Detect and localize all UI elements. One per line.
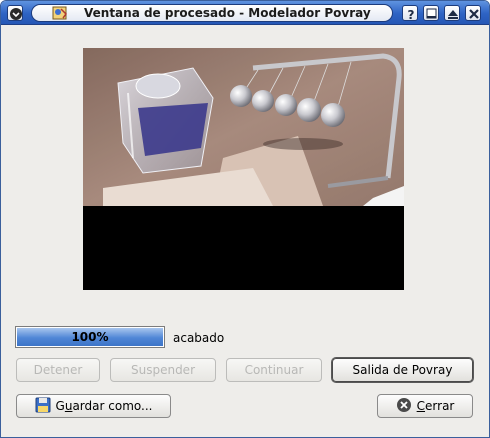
stop-button[interactable]: Detener (16, 358, 100, 382)
close-icon (469, 9, 479, 19)
save-as-button[interactable]: Guardar como... (16, 394, 171, 418)
chevron-down-icon (10, 8, 22, 20)
save-as-label: Guardar como... (55, 399, 153, 413)
minimize-icon (426, 8, 437, 19)
window-menu-button[interactable] (7, 5, 23, 21)
close-window-button[interactable] (465, 5, 481, 21)
close-circle-icon (396, 397, 412, 416)
render-preview (83, 48, 404, 290)
window-title: Ventana de procesado - Modelador Povray (84, 6, 371, 20)
render-progress-bar: 100% (15, 326, 165, 348)
floppy-save-icon (35, 397, 51, 416)
help-icon: ? (408, 8, 415, 22)
help-button[interactable]: ? (402, 5, 418, 22)
maximize-button[interactable] (444, 5, 460, 21)
close-button[interactable]: Cerrar (377, 394, 473, 418)
povray-app-icon (52, 5, 68, 24)
minimize-button[interactable] (423, 5, 439, 21)
resume-button[interactable]: Continuar (226, 358, 322, 382)
close-label: Cerrar (416, 399, 455, 413)
render-window: Ventana de procesado - Modelador Povray … (0, 0, 490, 438)
suspend-button[interactable]: Suspender (110, 358, 216, 382)
povray-output-button[interactable]: Salida de Povray (332, 358, 473, 382)
title-pill: Ventana de procesado - Modelador Povray (31, 4, 393, 22)
progress-label: 100% (71, 330, 109, 344)
maximize-icon (448, 10, 458, 19)
status-text: acabado (173, 331, 225, 345)
svg-text:?: ? (408, 8, 415, 22)
titlebar[interactable]: Ventana de procesado - Modelador Povray … (1, 1, 489, 25)
